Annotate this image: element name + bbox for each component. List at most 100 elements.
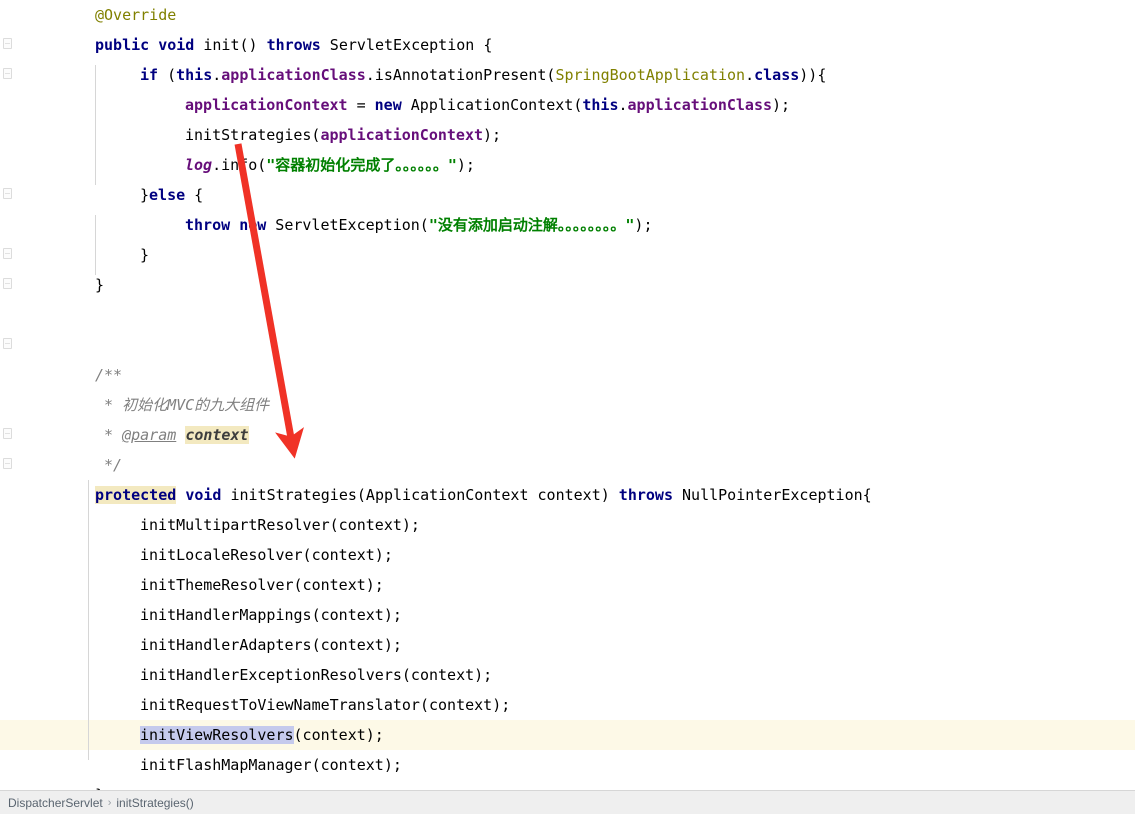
- code-line[interactable]: initMultipartResolver(context);: [0, 510, 1135, 540]
- code-line[interactable]: if (this.applicationClass.isAnnotationPr…: [0, 60, 1135, 90]
- code-token: public: [95, 36, 150, 54]
- code-token: this: [582, 96, 619, 114]
- code-token: new: [374, 96, 402, 114]
- code-text-area[interactable]: @Override public void init() throws Servl…: [0, 0, 1135, 804]
- code-token: ApplicationContext(: [401, 96, 583, 114]
- code-token: );: [456, 156, 475, 174]
- code-token: .: [212, 66, 222, 84]
- code-token: log: [185, 156, 213, 174]
- indent-guide: [88, 480, 89, 760]
- code-token: initViewResolvers: [140, 726, 294, 744]
- code-token: initHandlerMappings(context);: [140, 606, 402, 624]
- code-token: =: [347, 96, 375, 114]
- code-line[interactable]: [0, 330, 1135, 360]
- code-line[interactable]: public void init() throws ServletExcepti…: [0, 30, 1135, 60]
- code-token: }: [140, 186, 150, 204]
- breadcrumb-item[interactable]: DispatcherServlet: [8, 796, 103, 810]
- code-token: void: [158, 36, 195, 54]
- code-token: if: [140, 66, 159, 84]
- code-token: @Override: [95, 6, 177, 24]
- indent-guide: [95, 215, 96, 275]
- code-token: .isAnnotationPresent(: [365, 66, 556, 84]
- code-line[interactable]: throw new ServletException("没有添加启动注解。。。。…: [0, 210, 1135, 240]
- code-line[interactable]: /**: [0, 360, 1135, 390]
- code-token: NullPointerException{: [672, 486, 872, 504]
- code-line[interactable]: initLocaleResolver(context);: [0, 540, 1135, 570]
- code-token: SpringBootApplication: [555, 66, 746, 84]
- code-token: init(): [194, 36, 267, 54]
- code-token: else: [149, 186, 186, 204]
- code-line[interactable]: */: [0, 450, 1135, 480]
- code-line[interactable]: initHandlerExceptionResolvers(context);: [0, 660, 1135, 690]
- code-token: initStrategies(ApplicationContext contex…: [221, 486, 619, 504]
- breadcrumb[interactable]: DispatcherServlet › initStrategies(): [0, 790, 1135, 814]
- code-token: .: [745, 66, 755, 84]
- code-token: throw: [185, 216, 231, 234]
- code-line[interactable]: initFlashMapManager(context);: [0, 750, 1135, 780]
- code-line[interactable]: }: [0, 270, 1135, 300]
- code-token: this: [176, 66, 213, 84]
- code-token: (context);: [293, 726, 384, 744]
- code-line[interactable]: initViewResolvers(context);: [0, 720, 1135, 750]
- code-token: ServletException {: [320, 36, 493, 54]
- code-line[interactable]: * 初始化MVC的九大组件: [0, 390, 1135, 420]
- code-token: initStrategies(: [185, 126, 321, 144]
- code-token: class: [754, 66, 800, 84]
- code-line[interactable]: applicationContext = new ApplicationCont…: [0, 90, 1135, 120]
- code-token: throws: [618, 486, 673, 504]
- code-line[interactable]: log.info("容器初始化完成了。。。。。。");: [0, 150, 1135, 180]
- code-line[interactable]: [0, 300, 1135, 330]
- code-token: applicationClass: [627, 96, 773, 114]
- code-token: protected: [95, 486, 177, 504]
- code-token: }: [140, 246, 150, 264]
- code-token: {: [185, 186, 204, 204]
- code-token: void: [185, 486, 222, 504]
- code-line[interactable]: initHandlerMappings(context);: [0, 600, 1135, 630]
- indent-guide: [95, 65, 96, 185]
- code-token: );: [483, 126, 502, 144]
- code-token: @param: [122, 426, 177, 444]
- code-line[interactable]: }: [0, 240, 1135, 270]
- code-token: /**: [95, 366, 123, 384]
- code-line[interactable]: @Override: [0, 0, 1135, 30]
- code-token: * 初始化MVC的九大组件: [95, 396, 270, 414]
- code-line[interactable]: * @param context: [0, 420, 1135, 450]
- code-token: initMultipartResolver(context);: [140, 516, 420, 534]
- code-line[interactable]: initStrategies(applicationContext);: [0, 120, 1135, 150]
- code-line[interactable]: initRequestToViewNameTranslator(context)…: [0, 690, 1135, 720]
- code-token: (: [158, 66, 177, 84]
- code-token: applicationContext: [320, 126, 484, 144]
- breadcrumb-item[interactable]: initStrategies(): [116, 796, 193, 810]
- code-token: .: [618, 96, 628, 114]
- code-token: initThemeResolver(context);: [140, 576, 384, 594]
- code-token: "没有添加启动注解。。。。。。。。": [428, 216, 635, 234]
- code-token: );: [634, 216, 653, 234]
- code-line[interactable]: }else {: [0, 180, 1135, 210]
- code-token: );: [772, 96, 791, 114]
- code-token: .info(: [212, 156, 267, 174]
- code-token: initFlashMapManager(context);: [140, 756, 402, 774]
- breadcrumb-separator: ›: [107, 796, 112, 809]
- code-line[interactable]: initThemeResolver(context);: [0, 570, 1135, 600]
- code-token: */: [95, 456, 123, 474]
- code-token: ServletException(: [266, 216, 429, 234]
- code-token: applicationClass: [221, 66, 366, 84]
- code-token: throws: [266, 36, 321, 54]
- code-editor: @Override public void init() throws Servl…: [0, 0, 1135, 814]
- code-token: new: [239, 216, 267, 234]
- code-token: "容器初始化完成了。。。。。。": [266, 156, 457, 174]
- code-token: initHandlerAdapters(context);: [140, 636, 402, 654]
- code-token: context: [185, 426, 249, 444]
- code-token: applicationContext: [185, 96, 348, 114]
- code-token: initRequestToViewNameTranslator(context)…: [140, 696, 511, 714]
- code-line[interactable]: initHandlerAdapters(context);: [0, 630, 1135, 660]
- code-token: *: [95, 426, 123, 444]
- code-token: initLocaleResolver(context);: [140, 546, 393, 564]
- code-token: initHandlerExceptionResolvers(context);: [140, 666, 493, 684]
- code-line[interactable]: protected void initStrategies(Applicatio…: [0, 480, 1135, 510]
- code-token: }: [95, 276, 105, 294]
